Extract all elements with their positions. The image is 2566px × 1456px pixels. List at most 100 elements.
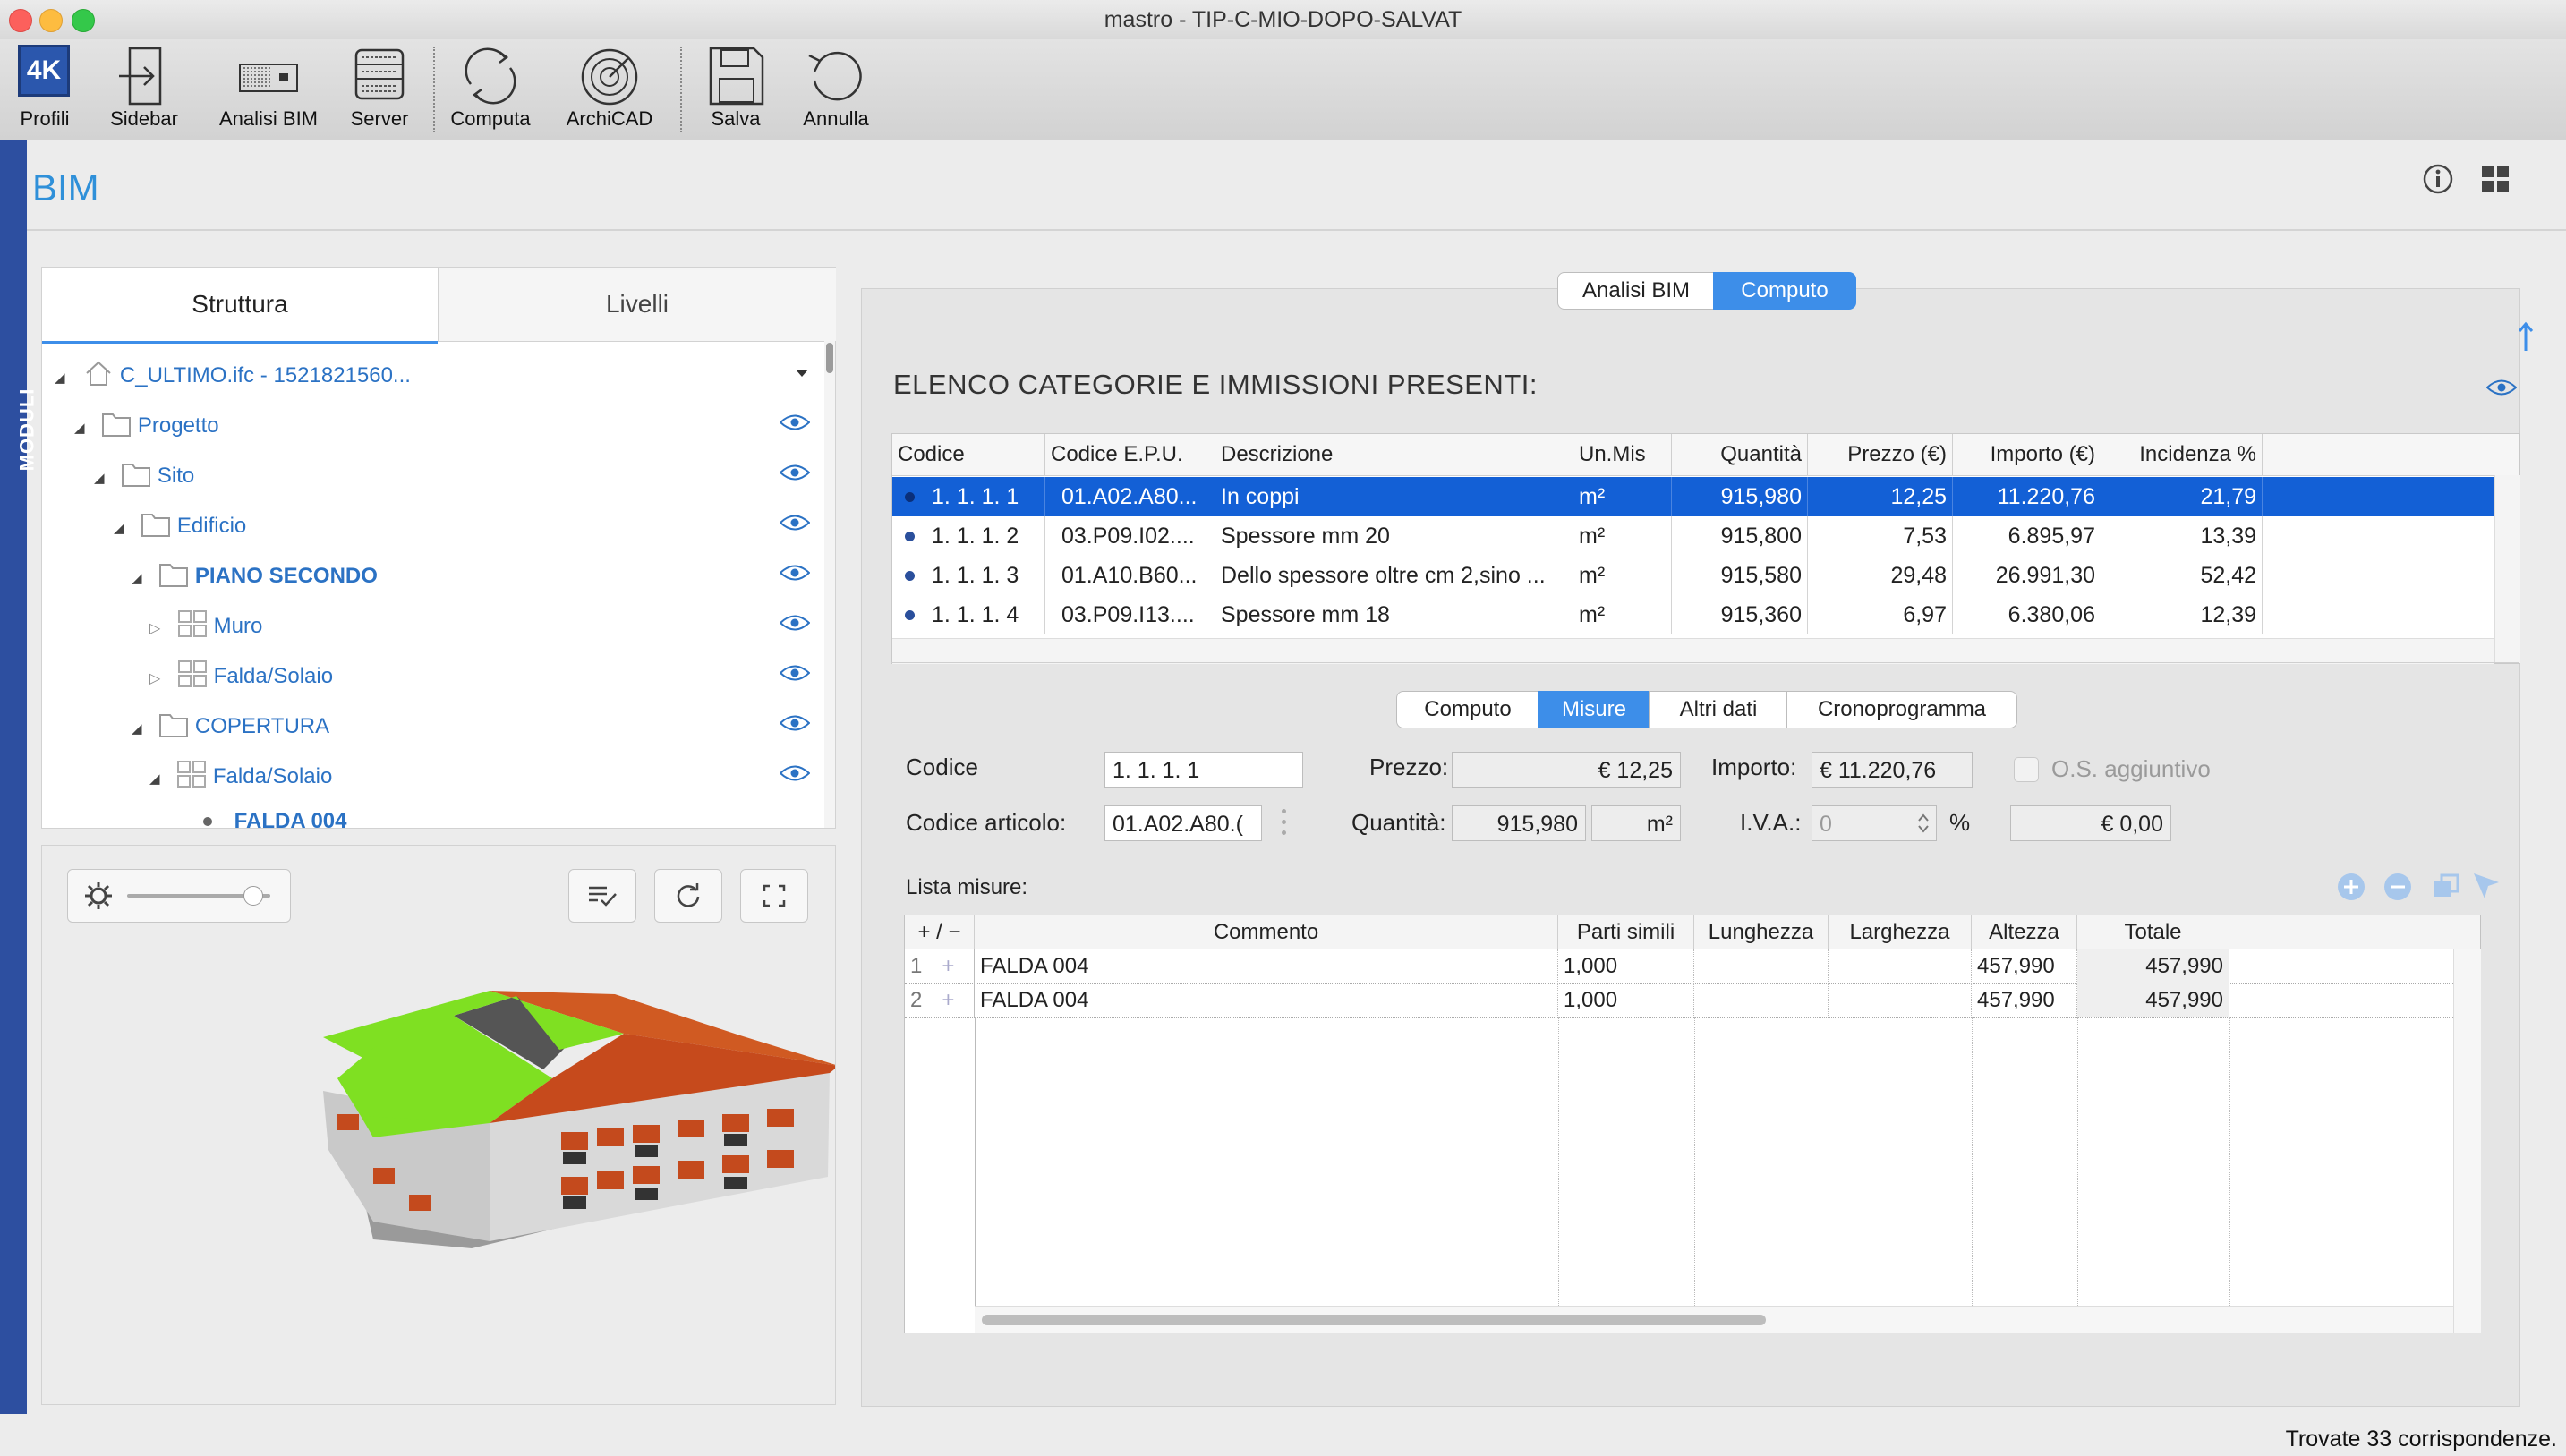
profili-button[interactable]: 4K Profili [7,39,82,140]
column-header-commento[interactable]: Commento [975,915,1558,949]
stepper-arrows-icon[interactable] [1916,812,1931,835]
column-header-importo[interactable]: Importo (€) [1953,434,2101,475]
cell-altezza[interactable]: 457,990 [1972,983,2077,1017]
table-row[interactable]: 1 + FALDA 004 1,000 457,990 457,990 [905,949,2453,984]
cell-larghezza[interactable] [1829,983,1972,1017]
visibility-eye-icon[interactable] [780,715,810,731]
add-row-icon[interactable] [2336,872,2366,902]
sidebar-button[interactable]: Sidebar [100,39,188,140]
list-check-button[interactable] [568,869,636,923]
table-row[interactable]: 2 + FALDA 004 1,000 457,990 457,990 [905,983,2453,1018]
cell-lunghezza[interactable] [1694,983,1829,1017]
add-sub-row-icon[interactable]: + [942,988,954,1012]
cell-commento[interactable]: FALDA 004 [975,983,1558,1017]
os-aggiuntivo-checkbox[interactable] [2014,757,2039,782]
misure-scrollbar-thumb[interactable] [982,1315,1766,1325]
tree-scrollbar[interactable] [824,341,835,828]
duplicate-row-icon[interactable] [2431,872,2461,902]
cell-altezza[interactable]: 457,990 [1972,949,2077,983]
tree-item-ifc-file[interactable]: ◢ C_ULTIMO.ifc - 1521821560... [55,353,411,398]
refresh-view-button[interactable] [654,869,722,923]
tree-item-falda-004[interactable]: FALDA 004 [203,805,346,828]
tab-analisi-bim[interactable]: Analisi BIM [1557,272,1715,310]
column-header-lunghezza[interactable]: Lunghezza [1694,915,1829,949]
grid-view-icon[interactable] [2479,163,2511,195]
cell-larghezza[interactable] [1829,949,1972,983]
expand-triangle-icon[interactable]: ◢ [149,771,160,787]
cell-lunghezza[interactable] [1694,949,1829,983]
visibility-eye-icon[interactable] [780,665,810,681]
collapsed-triangle-icon[interactable]: ▷ [149,621,160,636]
tab-detail-altri-dati[interactable]: Altri dati [1649,691,1788,728]
expand-triangle-icon[interactable]: ◢ [132,571,142,586]
salva-button[interactable]: Salva [696,39,775,140]
cell-parti-simili[interactable]: 1,000 [1558,949,1694,983]
iva-stepper[interactable]: 0 [1812,805,1937,841]
tree-item-muro[interactable]: ▷ Muro [149,604,262,649]
visibility-eye-icon[interactable] [780,565,810,581]
moduli-sidebar-toggle[interactable]: MODULI [0,140,38,1414]
column-header-totale[interactable]: Totale [2077,915,2229,949]
table-row[interactable]: 1. 1. 1. 2 03.P09.I02.... Spessore mm 20… [892,516,2494,556]
expand-triangle-icon[interactable]: ◢ [74,421,85,436]
expand-triangle-icon[interactable]: ◢ [55,370,65,386]
visibility-eye-icon[interactable] [780,615,810,631]
cell-commento[interactable]: FALDA 004 [975,949,1558,983]
tree-item-falda-solaio[interactable]: ◢ Falda/Solaio [149,754,332,799]
analisi-bim-button[interactable]: Analisi BIM [211,39,326,140]
tree-item-copertura[interactable]: ◢ COPERTURA [132,704,329,749]
minimize-window-button[interactable] [39,9,63,32]
codice-articolo-field[interactable]: 01.A02.A80.( [1104,805,1262,841]
tree-item-falda-solaio[interactable]: ▷ Falda/Solaio [149,654,333,699]
visibility-eye-icon[interactable] [780,765,810,781]
table-row[interactable]: 1. 1. 1. 4 03.P09.I13.... Spessore mm 18… [892,595,2494,634]
visibility-eye-icon[interactable] [780,515,810,531]
info-icon[interactable] [2422,163,2454,195]
tab-detail-computo[interactable]: Computo [1396,691,1539,728]
tab-struttura[interactable]: Struttura [42,268,438,344]
tree-item-edificio[interactable]: ◢ Edificio [114,504,246,549]
collapsed-triangle-icon[interactable]: ▷ [149,671,160,686]
tree-dropdown-icon[interactable] [794,368,810,379]
column-header-codice[interactable]: Codice [892,434,1045,475]
tab-livelli[interactable]: Livelli [438,268,836,342]
brightness-slider-thumb[interactable] [243,886,263,906]
elenco-horizontal-scrollbar[interactable] [892,638,2494,664]
zoom-window-button[interactable] [72,9,95,32]
column-header-altezza[interactable]: Altezza [1972,915,2077,949]
tree-item-progetto[interactable]: ◢ Progetto [74,404,219,448]
tab-detail-cronoprogramma[interactable]: Cronoprogramma [1786,691,2017,728]
tree-scrollbar-thumb[interactable] [826,343,833,373]
tree-item-piano-secondo[interactable]: ◢ PIANO SECONDO [132,554,378,599]
computa-button[interactable]: Computa [444,39,537,140]
expand-triangle-icon[interactable]: ◢ [132,721,142,737]
select-pointer-icon[interactable] [2470,870,2502,902]
misure-vertical-scrollbar[interactable] [2453,949,2481,1333]
drag-handle-icon[interactable] [1280,807,1287,839]
column-header-prezzo[interactable]: Prezzo (€) [1808,434,1953,475]
tab-computo[interactable]: Computo [1713,272,1856,310]
remove-row-icon[interactable] [2383,872,2413,902]
column-header-unmis[interactable]: Un.Mis [1573,434,1672,475]
column-header-larghezza[interactable]: Larghezza [1829,915,1972,949]
codice-field[interactable]: 1. 1. 1. 1 [1104,752,1303,788]
server-button[interactable]: Server [342,39,417,140]
archicad-button[interactable]: ArchiCAD [557,39,662,140]
annulla-button[interactable]: Annulla [791,39,881,140]
column-header-quantita[interactable]: Quantità [1672,434,1808,475]
misure-horizontal-scrollbar[interactable] [975,1306,2453,1333]
building-3d-model[interactable] [320,980,835,1248]
column-header-codice-epu[interactable]: Codice E.P.U. [1045,434,1215,475]
expand-triangle-icon[interactable]: ◢ [94,471,105,486]
close-window-button[interactable] [9,9,32,32]
column-header-parti-simili[interactable]: Parti simili [1558,915,1694,949]
visibility-eye-icon[interactable] [780,464,810,481]
scroll-up-arrow-icon[interactable] [2517,320,2535,353]
column-header-incidenza[interactable]: Incidenza % [2101,434,2263,475]
elenco-vertical-scrollbar[interactable] [2494,475,2520,663]
tree-item-sito[interactable]: ◢ Sito [94,454,194,498]
add-sub-row-icon[interactable]: + [942,954,954,978]
cell-parti-simili[interactable]: 1,000 [1558,983,1694,1017]
column-header-descrizione[interactable]: Descrizione [1215,434,1573,475]
table-row[interactable]: 1. 1. 1. 3 01.A10.B60... Dello spessore … [892,556,2494,595]
